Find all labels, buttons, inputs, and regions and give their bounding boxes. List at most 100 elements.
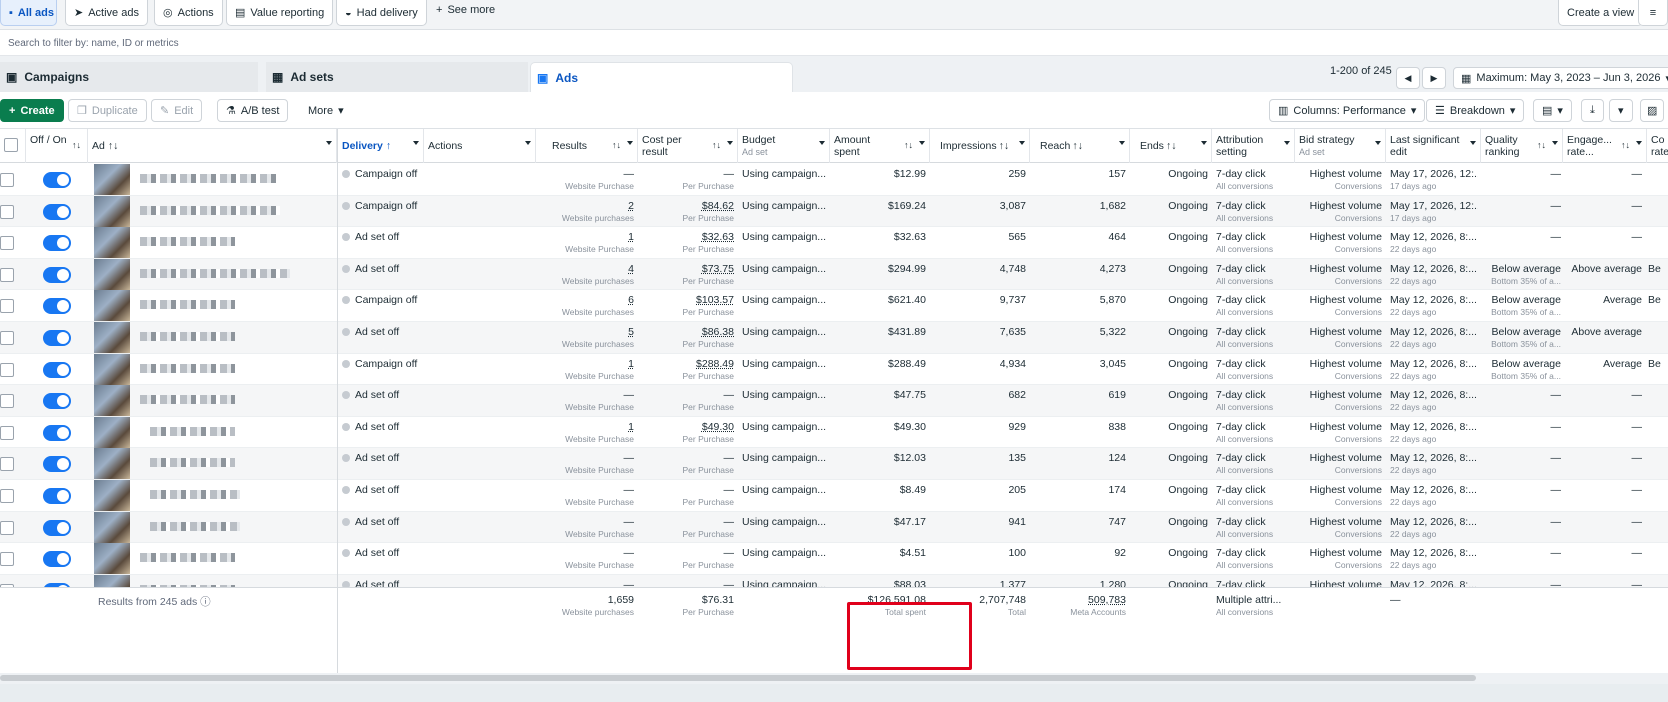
row-checkbox[interactable] <box>0 299 14 313</box>
tab-ad-sets[interactable]: ▦ Ad sets <box>266 62 528 92</box>
ad-name[interactable] <box>140 237 235 246</box>
table-row[interactable]: Campaign off 2 Website purchases $84.62 Per … <box>0 196 1668 228</box>
search-input[interactable]: Search to filter by: name, ID or metrics <box>8 38 179 49</box>
ad-name[interactable] <box>140 553 235 562</box>
tab-ads[interactable]: ▣ Ads <box>530 62 793 92</box>
ad-name[interactable] <box>140 395 235 404</box>
ad-name[interactable] <box>150 458 235 467</box>
table-row[interactable]: Campaign off 6 Website purchases $103.57 Per… <box>0 290 1668 322</box>
ad-thumbnail <box>94 227 130 258</box>
header-bid-strategy[interactable]: Bid strategy Ad set <box>1295 129 1386 163</box>
header-conversion-rate[interactable]: Co rate <box>1647 129 1668 163</box>
edit-button[interactable]: ✎ Edit <box>151 99 202 122</box>
ad-name[interactable] <box>150 427 235 436</box>
export-menu-button[interactable]: ▾ <box>1609 99 1633 122</box>
table-row[interactable]: Campaign off — Website Purchase — Per Purcha… <box>0 164 1668 196</box>
filter-had-delivery[interactable]: ◒ Had delivery <box>336 0 427 26</box>
select-all-checkbox[interactable] <box>4 138 18 152</box>
on-off-toggle[interactable] <box>43 330 71 346</box>
table-row[interactable]: Ad set off —Website Purchase —Per Purchase… <box>0 448 1668 480</box>
ab-test-button[interactable]: ⚗ A/B test <box>217 99 288 122</box>
row-checkbox[interactable] <box>0 268 14 282</box>
on-off-toggle[interactable] <box>43 488 71 504</box>
header-actions[interactable]: Actions <box>424 129 536 163</box>
header-impressions[interactable]: Impressions ↑↓ <box>930 129 1030 163</box>
row-checkbox[interactable] <box>0 426 14 440</box>
table-row[interactable]: Ad set off 5 Website purchases $86.38 Per Pu… <box>0 322 1668 354</box>
on-off-toggle[interactable] <box>43 235 71 251</box>
breakdown-button[interactable]: ☰ Breakdown ▾ <box>1426 99 1524 122</box>
table-row[interactable]: Ad set off 1 Website Purchase $49.30 Per Pur… <box>0 417 1668 449</box>
row-checkbox[interactable] <box>0 489 14 503</box>
table-row[interactable]: Campaign off 1 Website Purchase $288.49 Per … <box>0 354 1668 386</box>
select-all-header[interactable] <box>0 129 26 163</box>
ad-name[interactable] <box>140 269 290 278</box>
next-page-button[interactable]: ▶ <box>1422 67 1446 89</box>
ad-name[interactable] <box>140 364 235 373</box>
header-quality-ranking[interactable]: Quality ranking ↑↓ <box>1481 129 1563 163</box>
row-checkbox[interactable] <box>0 331 14 345</box>
filter-active-ads[interactable]: ➤ Active ads <box>65 0 148 26</box>
header-results[interactable]: Results ↑↓ <box>536 129 638 163</box>
header-budget[interactable]: Budget Ad set <box>738 129 830 163</box>
header-cost-per-result[interactable]: Cost per result ↑↓ <box>638 129 738 163</box>
header-last-edit[interactable]: Last significant edit <box>1386 129 1481 163</box>
row-checkbox[interactable] <box>0 205 14 219</box>
duplicate-button[interactable]: ❐ Duplicate <box>68 99 147 122</box>
header-delivery[interactable]: Delivery ↑ <box>338 129 424 163</box>
table-row[interactable]: Ad set off 4 Website purchases $73.75 Per Pu… <box>0 259 1668 291</box>
header-ad[interactable]: Ad ↑↓ <box>88 129 337 163</box>
view-settings-button[interactable]: ≡ <box>1638 0 1668 26</box>
ad-name[interactable] <box>150 522 240 531</box>
header-ends[interactable]: Ends ↑↓ <box>1130 129 1212 163</box>
filter-actions[interactable]: ◎ Actions <box>154 0 223 26</box>
ad-name[interactable] <box>140 300 235 309</box>
search-bar[interactable]: Search to filter by: name, ID or metrics <box>0 30 1668 56</box>
header-amount-spent[interactable]: Amount spent ↑↓ <box>830 129 930 163</box>
table-row[interactable]: Ad set off —Website Purchase —Per Purchase… <box>0 543 1668 575</box>
on-off-toggle[interactable] <box>43 393 71 409</box>
more-button[interactable]: More ▾ <box>300 99 352 122</box>
row-checkbox[interactable] <box>0 521 14 535</box>
row-checkbox[interactable] <box>0 552 14 566</box>
ad-name[interactable] <box>140 174 280 183</box>
on-off-toggle[interactable] <box>43 551 71 567</box>
ad-name[interactable] <box>140 206 280 215</box>
header-reach[interactable]: Reach ↑↓ <box>1030 129 1130 163</box>
on-off-toggle[interactable] <box>43 298 71 314</box>
on-off-toggle[interactable] <box>43 425 71 441</box>
header-off-on[interactable]: Off / On ↑↓ <box>26 129 88 163</box>
filter-value-reporting[interactable]: ▤ Value reporting <box>226 0 333 26</box>
on-off-toggle[interactable] <box>43 267 71 283</box>
table-row[interactable]: Ad set off 1 Website Purchase $32.63 Per Pur… <box>0 227 1668 259</box>
ad-name[interactable] <box>150 490 240 499</box>
create-button[interactable]: + Create <box>0 99 64 122</box>
table-row[interactable]: Ad set off —Website Purchase —Per Purchase… <box>0 512 1668 544</box>
header-engagement-rate[interactable]: Engage... rate... ↑↓ <box>1563 129 1647 163</box>
row-checkbox[interactable] <box>0 173 14 187</box>
tab-campaigns[interactable]: ▣ Campaigns <box>0 62 258 92</box>
table-row[interactable]: Ad set off —Website Purchase —Per Purchase… <box>0 385 1668 417</box>
filter-all-ads[interactable]: ▪ All ads <box>0 0 57 26</box>
on-off-toggle[interactable] <box>43 172 71 188</box>
row-checkbox[interactable] <box>0 394 14 408</box>
prev-page-button[interactable]: ◀ <box>1396 67 1420 89</box>
see-more-button[interactable]: + See more <box>436 4 495 16</box>
create-view-button[interactable]: Create a view <box>1558 0 1643 26</box>
ad-name[interactable] <box>140 332 235 341</box>
row-checkbox[interactable] <box>0 236 14 250</box>
table-row[interactable]: Ad set off —Website Purchase —Per Purchase… <box>0 480 1668 512</box>
horizontal-scrollbar[interactable] <box>0 675 1476 681</box>
export-button[interactable]: ⤓ <box>1581 99 1604 122</box>
on-off-toggle[interactable] <box>43 520 71 536</box>
columns-button[interactable]: ▥ Columns: Performance ▾ <box>1269 99 1425 122</box>
date-range-picker[interactable]: ▦Maximum: May 3, 2023 – Jun 3, 2026▾ <box>1453 67 1668 89</box>
row-checkbox[interactable] <box>0 363 14 377</box>
on-off-toggle[interactable] <box>43 456 71 472</box>
on-off-toggle[interactable] <box>43 362 71 378</box>
row-checkbox[interactable] <box>0 457 14 471</box>
header-attribution[interactable]: Attribution setting <box>1212 129 1295 163</box>
reports-button[interactable]: ▤ ▾ <box>1533 99 1572 122</box>
on-off-toggle[interactable] <box>43 204 71 220</box>
chart-toggle-button[interactable]: ▨ <box>1640 99 1664 122</box>
